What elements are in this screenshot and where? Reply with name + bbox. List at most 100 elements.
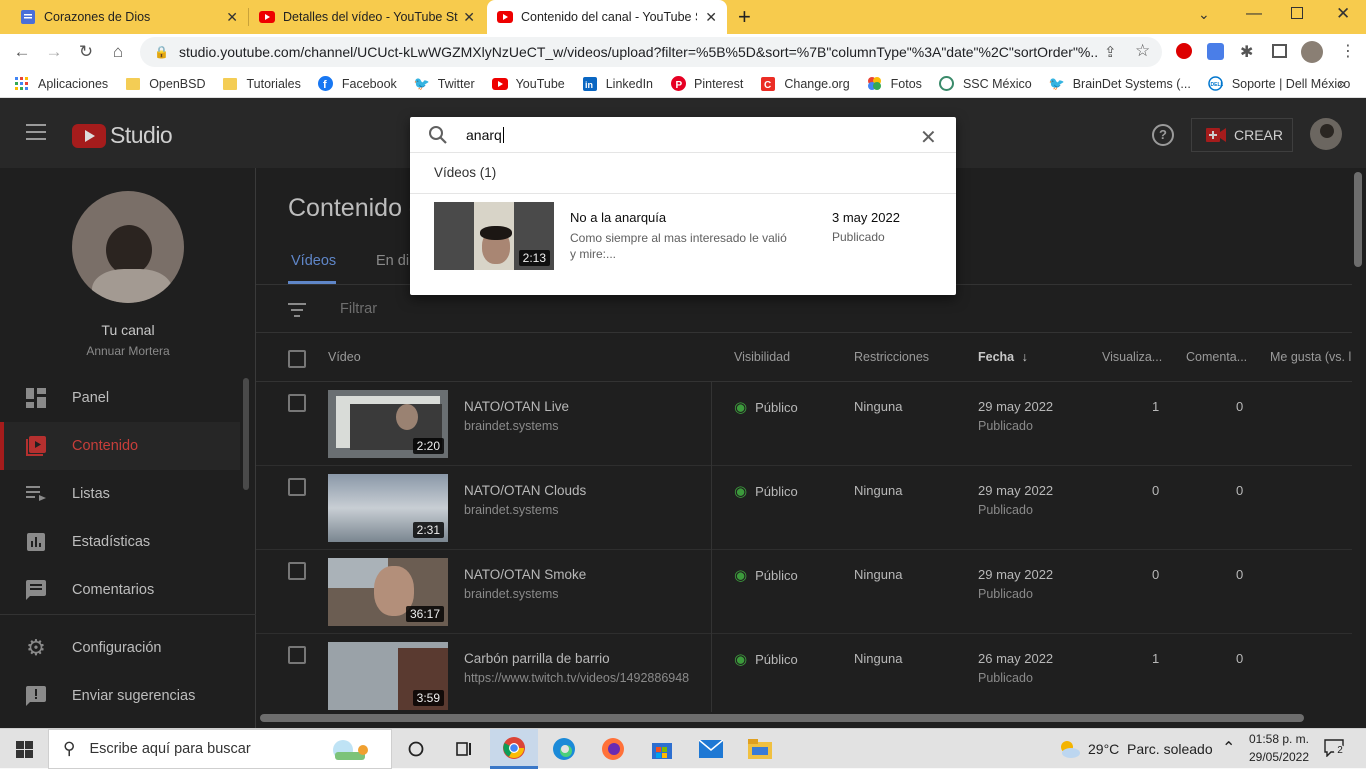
close-icon[interactable]: ✕: [705, 9, 717, 26]
home-icon[interactable]: ⌂: [106, 40, 130, 64]
col-views[interactable]: Visualiza...: [1102, 350, 1162, 364]
bookmark-dell[interactable]: DELL Soporte | Dell México: [1208, 76, 1350, 92]
notification-icon[interactable]: 2: [1324, 739, 1346, 758]
studio-logo[interactable]: Studio: [72, 122, 173, 149]
create-button[interactable]: CREAR: [1191, 118, 1293, 152]
video-thumbnail[interactable]: 2:20: [328, 390, 448, 458]
video-title[interactable]: NATO/OTAN Smoke: [464, 567, 586, 582]
vertical-scrollbar[interactable]: [1354, 172, 1362, 267]
sidebar-item-estadisticas[interactable]: Estadísticas: [0, 518, 240, 566]
result-title[interactable]: No a la anarquía: [570, 210, 666, 225]
sidebar-item-comentarios[interactable]: Comentarios: [0, 566, 240, 614]
sidebar-item-listas[interactable]: Listas: [0, 470, 240, 518]
star-icon[interactable]: ☆: [1135, 41, 1150, 61]
bookmark-twitter[interactable]: 🐦 Twitter: [414, 76, 475, 92]
more-bookmarks-icon[interactable]: »: [1338, 75, 1346, 91]
table-row[interactable]: 2:20 NATO/OTAN Live braindet.systems ◉ P…: [256, 382, 1352, 466]
widgets-icon[interactable]: [440, 729, 488, 769]
bookmark-pinterest[interactable]: P Pinterest: [670, 76, 743, 92]
address-bar[interactable]: 🔒 studio.youtube.com/channel/UCUct-kLwWG…: [140, 37, 1162, 67]
chrome-taskbar-icon[interactable]: [490, 729, 538, 769]
hamburger-menu-icon[interactable]: [26, 124, 46, 140]
sidebar-item-contenido[interactable]: Contenido: [0, 422, 240, 470]
store-icon[interactable]: [638, 729, 686, 769]
col-restrictions[interactable]: Restricciones: [854, 350, 929, 364]
profile-avatar[interactable]: [1301, 41, 1323, 63]
filter-input[interactable]: Filtrar: [340, 301, 377, 317]
share-icon[interactable]: ⇪: [1104, 43, 1117, 61]
visibility-cell[interactable]: ◉ Público: [734, 566, 798, 584]
translate-icon[interactable]: [1207, 43, 1224, 60]
tray-expand-icon[interactable]: ⌃: [1222, 738, 1235, 758]
tab-search-icon[interactable]: ⌄: [1198, 6, 1210, 23]
reading-list-icon[interactable]: [1272, 44, 1287, 58]
bookmark-change[interactable]: C Change.org: [760, 76, 850, 92]
minimize-icon[interactable]: —: [1246, 5, 1262, 23]
video-thumbnail[interactable]: 36:17: [328, 558, 448, 626]
menu-icon[interactable]: ⋮: [1340, 41, 1356, 61]
visibility-cell[interactable]: ◉ Público: [734, 398, 798, 416]
sidebar-scrollbar[interactable]: [243, 378, 249, 490]
bookmark-linkedin[interactable]: in LinkedIn: [582, 76, 653, 92]
search-result-item[interactable]: 2:13 No a la anarquía Como siempre al ma…: [410, 194, 956, 278]
extension-red-icon[interactable]: [1176, 43, 1192, 59]
select-all-checkbox[interactable]: [288, 350, 306, 368]
video-thumbnail[interactable]: 2:31: [328, 474, 448, 542]
col-visibility[interactable]: Visibilidad: [734, 350, 790, 364]
col-comments[interactable]: Comenta...: [1186, 350, 1247, 364]
table-row[interactable]: 2:31 NATO/OTAN Clouds braindet.systems ◉…: [256, 466, 1352, 550]
taskbar-search-box[interactable]: ⚲ Escribe aquí para buscar: [48, 729, 392, 769]
video-title[interactable]: Carbón parrilla de barrio: [464, 651, 610, 666]
firefox-icon[interactable]: [589, 729, 637, 769]
help-icon[interactable]: ?: [1152, 124, 1174, 146]
search-input[interactable]: anarq: [466, 127, 504, 143]
edge-icon[interactable]: [540, 729, 588, 769]
back-icon[interactable]: ←: [10, 40, 34, 64]
filter-icon[interactable]: [288, 303, 306, 320]
bookmark-fotos[interactable]: Fotos: [867, 76, 922, 92]
bookmark-facebook[interactable]: f Facebook: [318, 76, 397, 92]
close-window-icon[interactable]: ✕: [1336, 4, 1350, 24]
tab-videos[interactable]: Vídeos: [291, 253, 336, 269]
reload-icon[interactable]: ↻: [74, 40, 98, 64]
file-explorer-icon[interactable]: [736, 729, 784, 769]
visibility-cell[interactable]: ◉ Público: [734, 482, 798, 500]
bookmark-openbsd[interactable]: OpenBSD: [125, 76, 205, 92]
bookmark-youtube[interactable]: YouTube: [491, 76, 565, 92]
video-title[interactable]: NATO/OTAN Live: [464, 399, 569, 414]
close-icon[interactable]: ✕: [463, 9, 475, 26]
table-row[interactable]: 3:59 Carbón parrilla de barrio https://w…: [256, 634, 1352, 713]
windows-start-icon[interactable]: [0, 729, 48, 769]
bookmark-braindet[interactable]: 🐦 BrainDet Systems (...: [1049, 76, 1191, 92]
clock-time[interactable]: 01:58 p. m.: [1246, 732, 1312, 746]
sidebar-item-sugerencias[interactable]: Enviar sugerencias: [0, 672, 240, 720]
task-view-icon[interactable]: [392, 729, 440, 769]
sidebar-item-panel[interactable]: Panel: [0, 374, 240, 422]
col-likes[interactable]: Me gusta (vs. l: [1270, 350, 1351, 364]
clear-search-icon[interactable]: ✕: [920, 125, 937, 150]
browser-tab-corazones[interactable]: Corazones de Dios ✕: [0, 0, 248, 34]
row-checkbox[interactable]: [288, 562, 306, 580]
extensions-icon[interactable]: ✱: [1240, 42, 1253, 62]
table-row[interactable]: 36:17 NATO/OTAN Smoke braindet.systems ◉…: [256, 550, 1352, 634]
weather-icon[interactable]: [1058, 738, 1080, 760]
restore-icon[interactable]: [1291, 7, 1303, 19]
browser-tab-contenido[interactable]: Contenido del canal - YouTube Studio ✕: [487, 0, 727, 34]
forward-icon[interactable]: →: [42, 40, 66, 64]
channel-avatar[interactable]: [72, 191, 184, 303]
sidebar-item-configuracion[interactable]: ⚙ Configuración: [0, 624, 240, 672]
bookmark-aplicaciones[interactable]: Aplicaciones: [14, 76, 108, 92]
clock-date[interactable]: 29/05/2022: [1246, 750, 1312, 764]
row-checkbox[interactable]: [288, 646, 306, 664]
tab-en-directo[interactable]: En di: [376, 253, 409, 269]
col-date[interactable]: Fecha ↓: [978, 350, 1028, 364]
account-avatar[interactable]: [1310, 118, 1342, 150]
bookmark-tutoriales[interactable]: Tutoriales: [222, 76, 301, 92]
horizontal-scrollbar[interactable]: [260, 714, 1304, 722]
close-icon[interactable]: ✕: [226, 9, 238, 26]
new-tab-button[interactable]: +: [738, 4, 751, 30]
browser-tab-detalles[interactable]: Detalles del vídeo - YouTube Studio ✕: [249, 0, 485, 34]
visibility-cell[interactable]: ◉ Público: [734, 650, 798, 668]
mail-icon[interactable]: [687, 729, 735, 769]
row-checkbox[interactable]: [288, 478, 306, 496]
